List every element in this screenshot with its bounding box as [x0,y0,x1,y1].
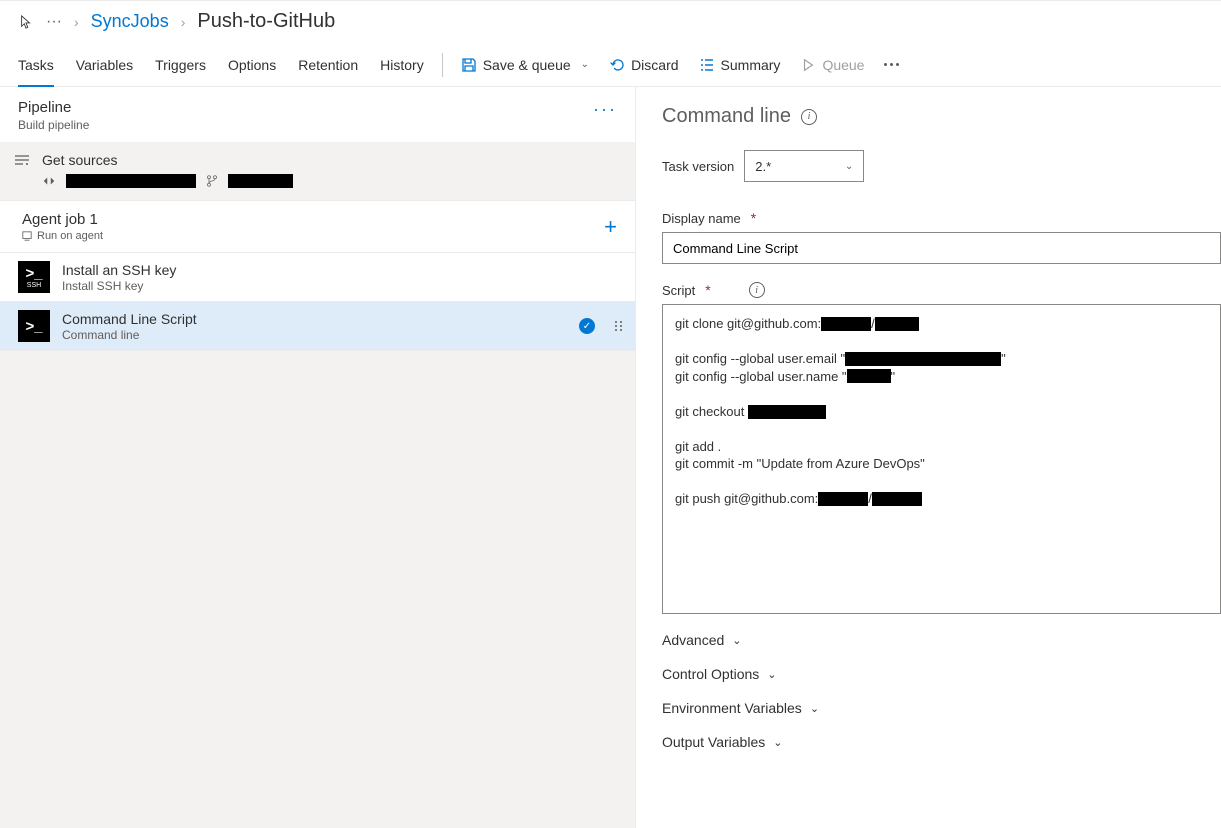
breadcrumb-current: Push-to-GitHub [197,10,335,33]
save-and-queue-button[interactable]: Save & queue ⌄ [461,57,589,73]
script-label: Script [662,283,695,298]
more-actions[interactable] [884,63,899,66]
cmd-task-icon: >_ [18,310,50,342]
pipeline-title: Pipeline [18,99,89,116]
add-task-button[interactable]: + [604,214,617,240]
agent-icon [22,231,32,241]
task-subtitle: Command line [62,328,567,342]
play-icon [800,57,816,73]
chevron-down-icon: ⌄ [581,59,589,70]
get-sources-section[interactable]: Get sources [0,142,635,200]
task-detail-heading: Command line i [662,105,1221,128]
task-row-install-ssh[interactable]: >_SSH Install an SSH key Install SSH key [0,253,635,302]
section-output-vars[interactable]: Output Variables⌄ [662,734,1221,750]
task-title: Command Line Script [62,311,567,327]
info-icon[interactable]: i [801,109,817,125]
chevron-right-icon: › [181,14,186,30]
sources-icon [14,154,32,166]
chevron-down-icon: ⌄ [845,161,853,172]
branch-name-redacted [228,174,293,188]
agent-job-subtitle: Run on agent [37,230,103,242]
queue-button: Queue [800,57,864,73]
section-advanced[interactable]: Advanced⌄ [662,632,1221,648]
tab-history[interactable]: History [380,43,424,86]
breadcrumb-project-link[interactable]: SyncJobs [91,11,169,32]
cursor-icon [18,14,34,30]
display-name-input[interactable] [662,232,1221,264]
section-control-options[interactable]: Control Options⌄ [662,666,1221,682]
script-textarea[interactable]: git clone git@github.com:/ git config --… [662,304,1221,614]
save-icon [461,57,477,73]
required-asterisk: * [705,282,710,298]
chevron-down-icon: ⌄ [810,702,819,715]
required-asterisk: * [751,210,756,226]
tab-options[interactable]: Options [228,43,276,86]
task-row-command-line[interactable]: >_ Command Line Script Command line ✓ [0,302,635,351]
tab-retention[interactable]: Retention [298,43,358,86]
repo-name-redacted [66,174,196,188]
queue-label: Queue [822,57,864,73]
agent-job-title: Agent job 1 [22,211,103,228]
breadcrumb-overflow[interactable]: ··· [46,14,62,30]
ellipsis-icon [884,63,899,66]
branch-icon [206,175,218,187]
chevron-right-icon: › [74,14,79,30]
list-icon [699,57,715,73]
tab-variables[interactable]: Variables [76,43,133,86]
info-icon[interactable]: i [749,282,765,298]
ssh-task-icon: >_SSH [18,261,50,293]
section-env-vars[interactable]: Environment Variables⌄ [662,700,1221,716]
breadcrumb: ··· › SyncJobs › Push-to-GitHub [0,4,1221,43]
summary-label: Summary [721,57,781,73]
tab-triggers[interactable]: Triggers [155,43,206,86]
display-name-label: Display name [662,211,741,226]
summary-button[interactable]: Summary [699,57,781,73]
task-subtitle: Install SSH key [62,279,623,293]
pipeline-subtitle: Build pipeline [18,118,89,132]
chevron-down-icon: ⌄ [767,668,776,681]
repo-icon [42,174,56,188]
tabs: Tasks Variables Triggers Options Retenti… [18,43,424,86]
drag-handle-icon[interactable] [615,321,623,331]
task-title: Install an SSH key [62,262,623,278]
task-enabled-badge: ✓ [579,318,595,334]
task-version-label: Task version [662,159,734,174]
chevron-down-icon: ⌄ [773,736,782,749]
discard-label: Discard [631,57,678,73]
get-sources-label: Get sources [42,152,117,168]
tab-tasks[interactable]: Tasks [18,43,54,86]
discard-button[interactable]: Discard [609,57,678,73]
save-queue-label: Save & queue [483,57,571,73]
undo-icon [609,57,625,73]
task-version-select[interactable]: 2.* ⌄ [744,150,864,182]
chevron-down-icon: ⌄ [732,634,741,647]
task-version-value: 2.* [755,159,771,174]
pipeline-more[interactable]: ··· [593,99,617,120]
pipeline-header[interactable]: Pipeline Build pipeline ··· [0,87,635,142]
agent-job-header[interactable]: Agent job 1 Run on agent + [0,200,635,253]
